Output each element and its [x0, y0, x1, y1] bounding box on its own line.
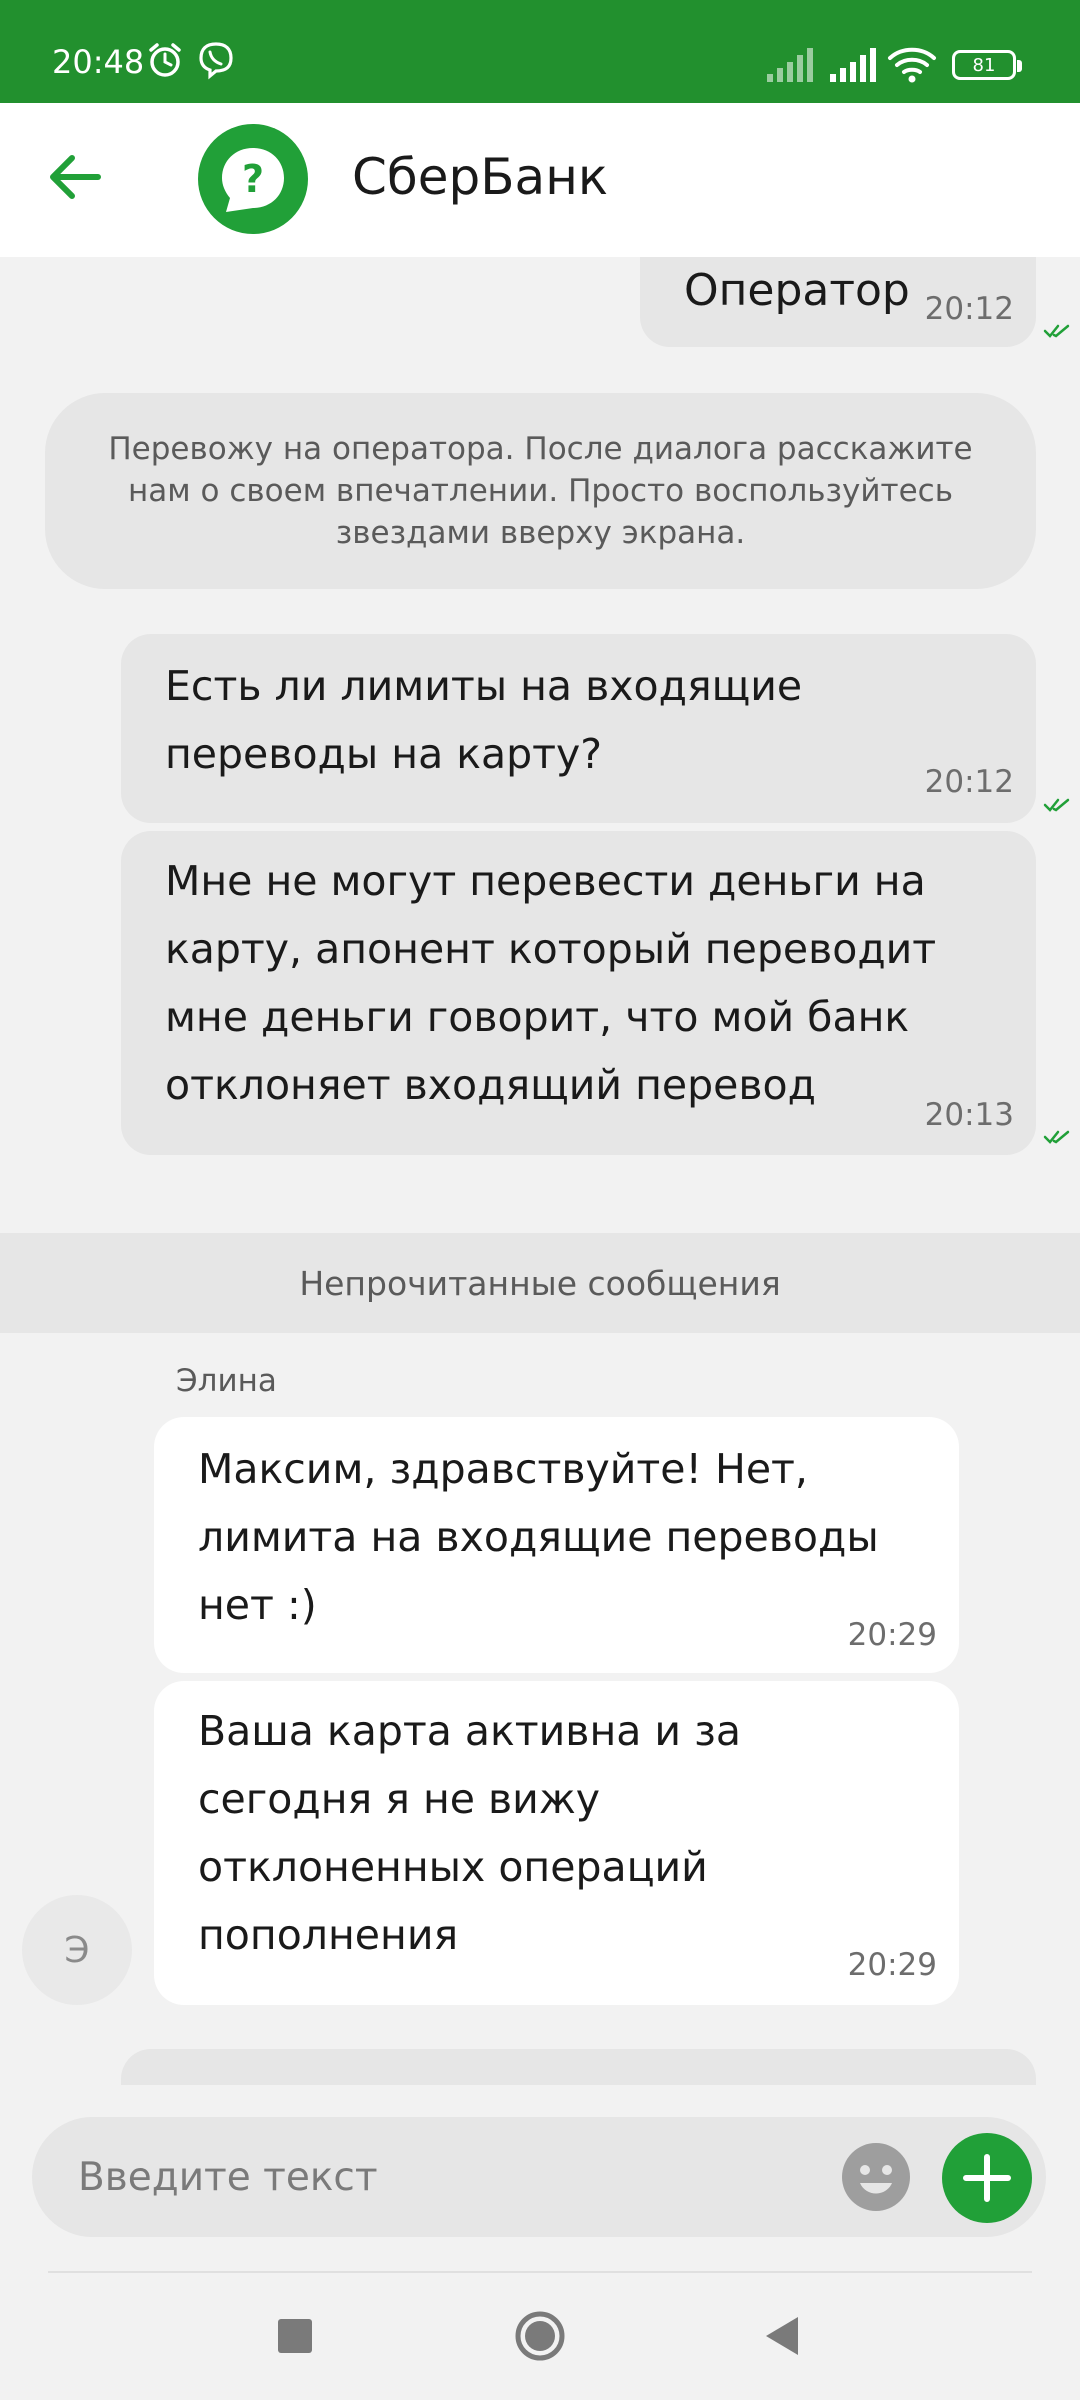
message-text-line: отклоненных операций [198, 1843, 708, 1891]
message-text-line: сегодня я не вижу [198, 1775, 601, 1823]
message-bubble-outgoing[interactable]: Оператор 20:12 [640, 257, 1036, 347]
message-time: 20:29 [847, 1947, 937, 1983]
message-text-line: нет :) [198, 1581, 317, 1629]
chat-area[interactable]: Оператор 20:12 Перевожу на оператора. По… [0, 257, 1080, 2085]
help-question-icon: ? [222, 148, 284, 212]
svg-text:?: ? [242, 157, 264, 201]
message-text-line: мне деньги говорит, что мой банк [165, 993, 910, 1041]
signal-icon [767, 48, 813, 82]
message-input[interactable]: Введите текст [32, 2117, 1046, 2237]
message-bubble-incoming[interactable]: Максим, здравствуйте! Нет, лимита на вхо… [154, 1417, 959, 1673]
message-bubble-incoming[interactable]: Ваша карта активна и за сегодня я не виж… [154, 1681, 959, 2005]
message-text: Оператор [684, 265, 910, 316]
system-nav-bar [0, 2273, 1080, 2400]
message-bubble-outgoing[interactable]: Есть ли лимиты на входящие переводы на к… [121, 634, 1036, 823]
emoji-icon[interactable] [840, 2141, 912, 2213]
message-text-line: Мне не могут перевести деньги на [165, 857, 926, 905]
viber-icon [199, 42, 233, 80]
message-bubble-outgoing[interactable]: Мне не могут перевести деньги на карту, … [121, 831, 1036, 1155]
double-check-icon [1043, 324, 1070, 338]
message-time: 20:13 [924, 1097, 1014, 1133]
message-text-line: карту, апонент который переводит [165, 925, 937, 973]
message-text-line: Ваша карта активна и за [198, 1707, 742, 1755]
page-title: СберБанк [352, 148, 609, 206]
input-placeholder: Введите текст [78, 2155, 378, 2200]
battery-level: 81 [972, 54, 996, 76]
unread-divider: Непрочитанные сообщения [0, 1233, 1080, 1333]
message-time: 20:29 [847, 1617, 937, 1653]
sender-avatar: Э [22, 1895, 132, 2005]
wifi-icon [888, 47, 936, 83]
avatar: ? [198, 124, 308, 234]
add-button[interactable] [942, 2133, 1032, 2223]
message-bubble-outgoing[interactable] [121, 2049, 1036, 2085]
double-check-icon [1043, 798, 1070, 812]
status-time: 20:48 [52, 43, 145, 81]
back-triangle-icon[interactable] [763, 2315, 801, 2357]
alarm-icon [149, 43, 181, 77]
message-text-line: Максим, здравствуйте! Нет, [198, 1445, 808, 1493]
message-text-line: переводы на карту? [165, 730, 603, 778]
battery-icon: 81 [952, 50, 1022, 80]
message-text-line: отклоняет входящий перевод [165, 1061, 816, 1109]
message-text-line: Есть ли лимиты на входящие [165, 662, 803, 710]
sender-name: Элина [176, 1363, 277, 1399]
arrow-left-icon[interactable] [40, 142, 110, 212]
system-message: Перевожу на оператора. После диалога рас… [45, 393, 1036, 589]
message-text-line: лимита на входящие переводы [198, 1513, 879, 1561]
message-text-line: пополнения [198, 1911, 459, 1959]
home-circle-icon[interactable] [515, 2311, 565, 2361]
message-time: 20:12 [924, 291, 1014, 327]
signal-icon [830, 48, 876, 82]
double-check-icon [1043, 1130, 1070, 1144]
message-time: 20:12 [924, 764, 1014, 800]
plus-icon [963, 2154, 1011, 2202]
status-bar: 20:48 81 [0, 0, 1080, 103]
recents-square-icon[interactable] [277, 2318, 313, 2354]
